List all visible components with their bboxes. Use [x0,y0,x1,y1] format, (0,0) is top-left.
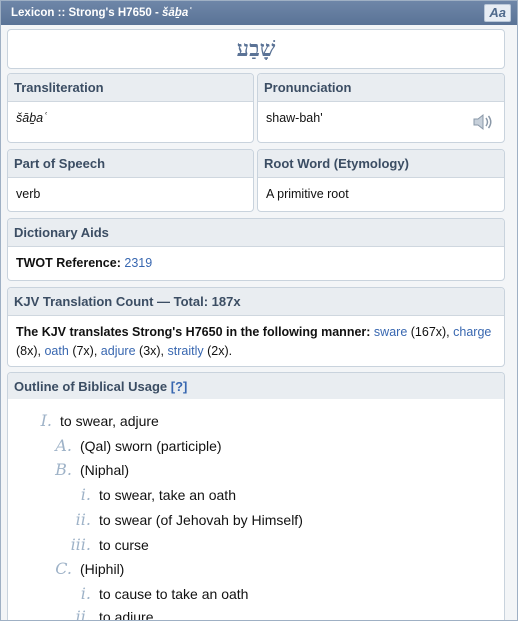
outline-text: (Hiphil) [80,561,125,577]
outline-number: ii. [75,510,91,529]
kjv-count: (167x), [410,325,450,339]
outline-text: (Qal) sworn (participle) [80,438,222,454]
kjv-count: (8x), [16,344,41,358]
font-size-button[interactable]: Aa [484,4,511,22]
twot-reference: TWOT Reference: 2319 [8,247,504,279]
outline-help-link[interactable]: [?] [171,379,188,394]
window-title: Lexicon :: Strong's H7650 - šāḇaʿ [11,7,192,19]
outline-text: to swear (of Jehovah by Himself) [99,512,303,528]
dictionary-aids-label: Dictionary Aids [8,219,504,247]
outline-number: i. [80,485,91,504]
outline-item: A. (Qal) sworn (participle) [48,436,222,455]
outline-text: (Niphal) [80,462,130,478]
pronunciation-label: Pronunciation [258,74,504,102]
outline-item: ii. to swear (of Jehovah by Himself) [66,510,303,529]
kjv-link-straitly[interactable]: straitly [168,344,204,358]
title-word: šāḇaʿ [162,7,193,19]
outline-item: B. (Niphal) [48,460,129,479]
outline-text: to swear, adjure [60,413,159,429]
outline-item: i. to cause to take an oath [66,584,249,603]
outline-item: ii. to adjure [66,607,154,621]
outline-item: I. to swear, adjure [30,411,159,430]
outline-text: to adjure [99,609,154,621]
kjv-count: (3x), [139,344,165,358]
outline-text: to swear, take an oath [99,487,236,503]
pronunciation-panel: Pronunciation shaw-bah' [257,73,505,143]
transliteration-label: Transliteration [8,74,253,102]
kjv-link-charge[interactable]: charge [453,325,491,339]
twot-link[interactable]: 2319 [124,256,152,270]
root-word-value: A primitive root [266,187,349,201]
title-bar: Lexicon :: Strong's H7650 - šāḇaʿ Aa [1,1,517,25]
part-of-speech-panel: Part of Speech verb [7,149,254,212]
kjv-count: (2x). [207,344,233,358]
dictionary-aids-panel: Dictionary Aids TWOT Reference: 2319 [7,218,505,281]
outline-item: iii. to curse [66,535,149,554]
lexicon-window: Lexicon :: Strong's H7650 - šāḇaʿ Aa שָׁ… [0,0,518,621]
outline-item: i. to swear, take an oath [66,485,236,504]
outline-number: i. [80,584,91,603]
outline-number: A. [55,436,72,455]
title-prefix: Lexicon :: Strong's H7650 - [11,7,162,19]
root-word-panel: Root Word (Etymology) A primitive root [257,149,505,212]
part-of-speech-value: verb [16,187,41,201]
part-of-speech-label: Part of Speech [8,150,253,178]
transliteration-panel: Transliteration šāḇaʿ [7,73,254,143]
kjv-intro: The KJV translates Strong's H7650 in the… [16,325,371,339]
speaker-icon[interactable] [472,113,494,131]
kjv-panel: KJV Translation Count — Total: 187x The … [7,287,505,367]
transliteration-value: šāḇaʿ [16,111,48,125]
twot-label: TWOT Reference: [16,256,121,270]
outline-number: iii. [70,535,91,554]
outline-number: I. [40,411,52,430]
outline-item: C. (Hiphil) [48,559,124,578]
outline-label: Outline of Biblical Usage [?] [8,373,504,401]
kjv-link-oath[interactable]: oath [44,344,68,358]
kjv-link-sware[interactable]: sware [374,325,407,339]
hebrew-word-panel: שָׁבַע [7,29,505,69]
outline-title: Outline of Biblical Usage [14,379,168,394]
hebrew-word: שָׁבַע [236,36,276,62]
outline-number: ii. [75,607,91,621]
outline-text: to cause to take an oath [99,586,249,602]
root-word-label: Root Word (Etymology) [258,150,504,178]
outline-number: B. [55,460,72,479]
kjv-label: KJV Translation Count — Total: 187x [8,288,504,316]
outline-number: C. [55,559,72,578]
kjv-count: (7x), [72,344,98,358]
pronunciation-value: shaw-bah' [266,111,323,125]
outline-list: I. to swear, adjure A. (Qal) sworn (partic… [7,399,505,621]
outline-text: to curse [99,537,149,553]
kjv-text: The KJV translates Strong's H7650 in the… [8,316,504,366]
kjv-link-adjure[interactable]: adjure [101,344,136,358]
